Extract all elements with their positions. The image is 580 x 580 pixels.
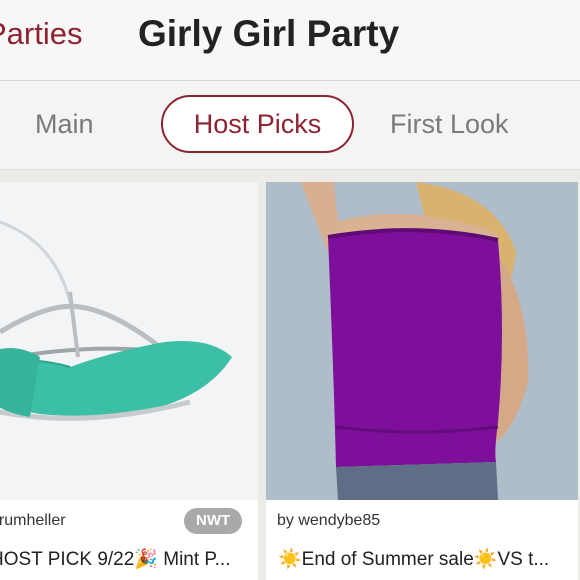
page-title: Girly Girl Party <box>138 13 400 54</box>
tab-host-picks[interactable]: Host Picks <box>161 95 354 153</box>
back-to-parties-link[interactable]: Parties <box>0 16 82 52</box>
listing-image-top[interactable] <box>266 182 578 500</box>
party-page: Parties Girly Girl Party Main Host Picks… <box>0 0 580 580</box>
listing-card[interactable]: drumheller NWT HOST PICK 9/22🎉 Mint P... <box>0 182 258 580</box>
tab-bar: Main Host Picks First Look <box>0 81 580 170</box>
listing-meta: drumheller NWT <box>0 508 258 538</box>
listing-title[interactable]: HOST PICK 9/22🎉 Mint P... <box>0 547 231 571</box>
listing-grid: drumheller NWT HOST PICK 9/22🎉 Mint P... <box>0 170 580 580</box>
purple-top-image <box>266 182 578 500</box>
seller-name[interactable]: drumheller <box>0 512 66 530</box>
listing-meta: by wendybe85 <box>266 508 578 538</box>
tab-first-look[interactable]: First Look <box>390 95 509 153</box>
listing-title[interactable]: ☀️End of Summer sale☀️VS t... <box>278 547 549 571</box>
nwt-badge: NWT <box>184 508 243 534</box>
listing-image-shoes[interactable] <box>0 182 258 500</box>
mint-flat-shoes-image <box>0 182 258 500</box>
tab-main[interactable]: Main <box>35 95 94 153</box>
header-bar: Parties Girly Girl Party <box>0 0 580 81</box>
listing-card[interactable]: by wendybe85 ☀️End of Summer sale☀️VS t.… <box>266 182 578 580</box>
seller-name[interactable]: by wendybe85 <box>277 512 380 530</box>
